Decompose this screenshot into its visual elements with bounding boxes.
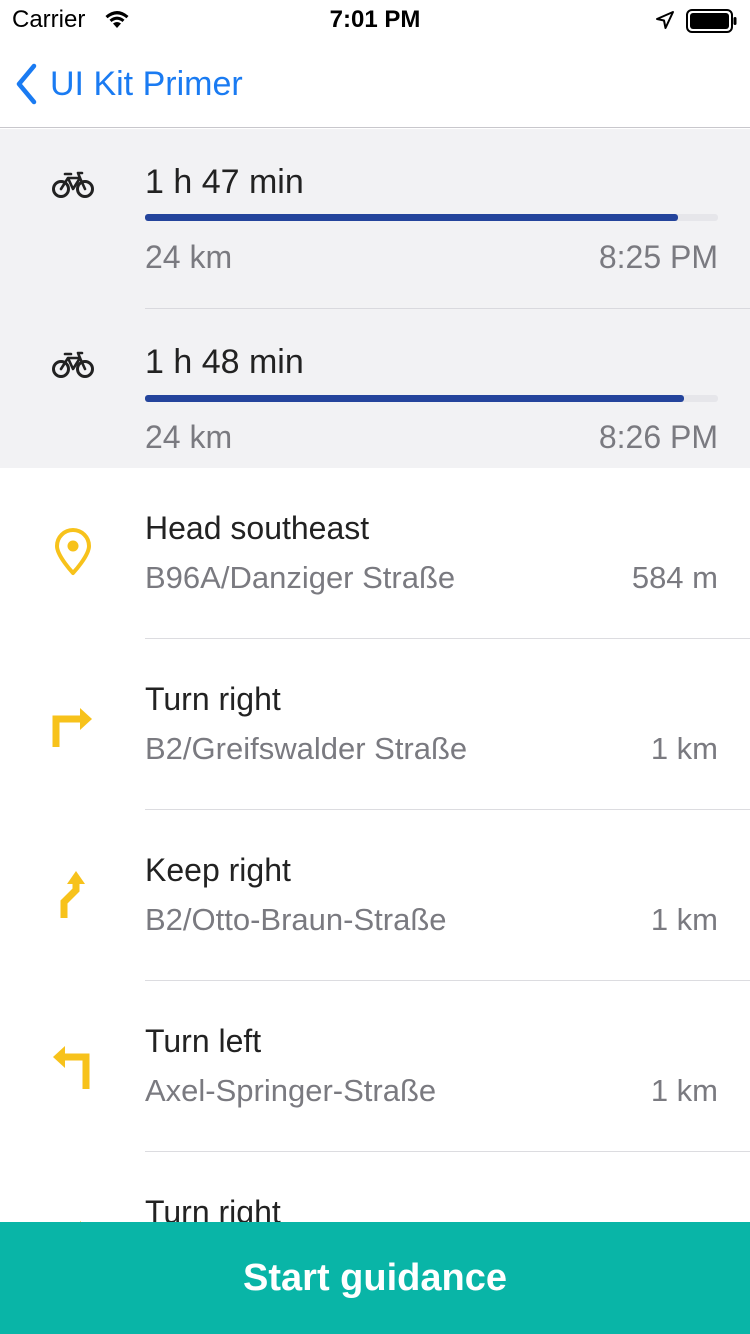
start-guidance-button[interactable]: Start guidance <box>0 1222 750 1334</box>
maneuver-distance: 1 km <box>650 902 718 937</box>
route-progress-fill <box>145 395 684 402</box>
status-time: 7:01 PM <box>329 6 421 33</box>
maneuver-instruction: Keep right <box>145 852 291 888</box>
location-pin-icon <box>55 528 91 575</box>
turn-right-icon <box>52 708 92 747</box>
route-option[interactable]: 1 h 48 min 24 km 8:26 PM <box>0 309 750 489</box>
navigation-bar: UI Kit Primer <box>0 40 750 128</box>
route-distance: 24 km <box>145 419 233 455</box>
route-arrival-time: 8:25 PM <box>598 239 718 275</box>
turn-left-icon <box>53 1046 90 1089</box>
route-arrival-time: 8:26 PM <box>598 419 718 455</box>
maneuver-distance: 584 m <box>631 560 718 595</box>
maneuver-item[interactable]: Turn left Axel-Springer-Straße 1 km <box>0 981 750 1152</box>
keep-right-icon <box>60 871 85 918</box>
maneuver-item[interactable]: Turn right B2/Greifswalder Straße 1 km <box>0 639 750 810</box>
route-progress-fill <box>145 214 678 221</box>
chevron-left-icon <box>16 63 37 105</box>
status-bar: Carrier 7:01 PM <box>0 0 750 40</box>
maneuver-instruction: Turn right <box>145 681 281 717</box>
route-distance: 24 km <box>145 239 233 275</box>
bicycle-icon <box>52 171 94 198</box>
route-progress-track <box>145 214 718 221</box>
route-options: 1 h 47 min 24 km 8:25 PM 1 h 48 min 24 k… <box>0 129 750 468</box>
battery-icon <box>686 9 737 33</box>
bicycle-icon <box>52 351 94 378</box>
route-duration: 1 h 48 min <box>145 343 304 381</box>
maneuver-street: Axel-Springer-Straße <box>145 1073 437 1108</box>
route-progress-track <box>145 395 718 402</box>
route-duration: 1 h 47 min <box>145 163 304 201</box>
maneuver-distance: 1 km <box>650 731 718 766</box>
maneuver-item[interactable]: Head southeast B96A/Danziger Straße 584 … <box>0 468 750 639</box>
maneuver-instruction: Turn left <box>145 1023 262 1059</box>
back-button-label: UI Kit Primer <box>50 64 243 103</box>
route-option[interactable]: 1 h 47 min 24 km 8:25 PM <box>0 129 750 309</box>
maneuver-street: B2/Otto-Braun-Straße <box>145 902 447 937</box>
maneuver-item[interactable]: Keep right B2/Otto-Braun-Straße 1 km <box>0 810 750 981</box>
maneuver-street: B96A/Danziger Straße <box>145 560 456 595</box>
maneuver-distance: 1 km <box>650 1073 718 1108</box>
back-button[interactable]: UI Kit Primer <box>14 62 243 106</box>
start-guidance-label: Start guidance <box>243 1256 507 1299</box>
location-arrow-icon <box>656 11 674 29</box>
maneuver-street: B2/Greifswalder Straße <box>145 731 468 766</box>
maneuver-instruction: Head southeast <box>145 510 370 546</box>
